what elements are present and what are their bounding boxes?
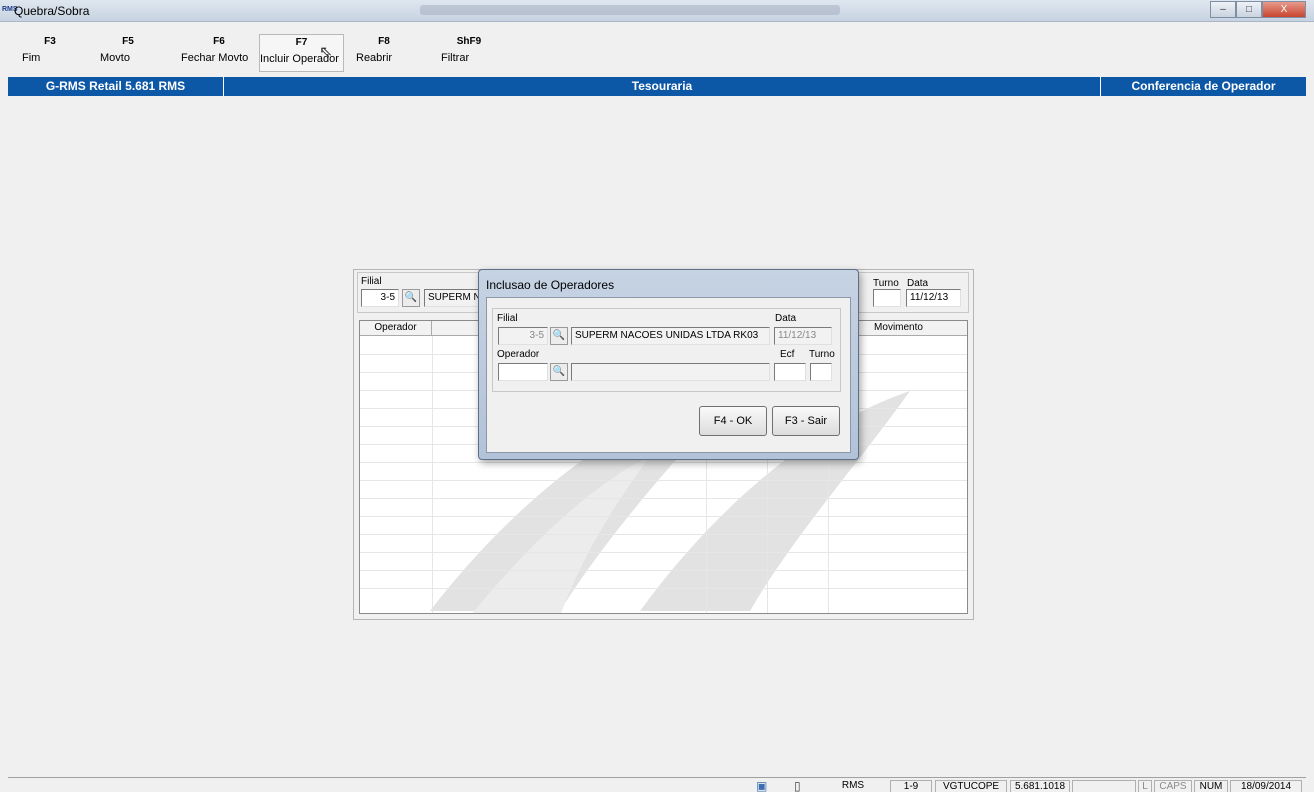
- module-header-bar: G-RMS Retail 5.681 RMS Tesouraria Confer…: [8, 77, 1306, 96]
- inclusao-operadores-dialog: Inclusao de Operadores ⇖ Filial Data 3-5…: [478, 269, 859, 460]
- window-titlebar: RMS Quebra/Sobra – □ X: [0, 0, 1314, 22]
- filial-name-field: SUPERM N: [424, 289, 482, 307]
- grid-row-line: [360, 498, 967, 499]
- grid-row-line: [360, 570, 967, 571]
- grid-row-line: [360, 552, 967, 553]
- clipboard-icon: ▯: [794, 779, 801, 792]
- status-program: VGTUCOPE: [935, 780, 1007, 792]
- status-system: RMS: [841, 780, 865, 791]
- screen-name: Conferencia de Operador: [1100, 77, 1306, 96]
- dialog-data-field: 11/12/13: [774, 327, 832, 345]
- grid-row-line: [360, 516, 967, 517]
- data-field[interactable]: 11/12/13: [906, 289, 961, 307]
- exit-button[interactable]: F3 - Sair: [772, 406, 840, 436]
- dialog-data-label: Data: [775, 313, 797, 324]
- toolbar-label: Fim: [22, 52, 41, 64]
- status-empty: [1072, 780, 1136, 792]
- grid-header-operador[interactable]: Operador: [360, 321, 432, 336]
- function-key-toolbar: F3 Fim F5 Movto F6 Fechar Movto F7 Inclu…: [0, 34, 520, 74]
- window-controls: – □ X: [1210, 1, 1306, 18]
- toolbar-button-fim[interactable]: F3 Fim: [22, 34, 78, 72]
- toolbar-key: F6: [213, 36, 225, 47]
- toolbar-button-fechar-movto[interactable]: F6 Fechar Movto: [181, 34, 257, 72]
- toolbar-label: Reabrir: [356, 52, 393, 64]
- toolbar-button-reabrir[interactable]: F8 Reabrir: [356, 34, 412, 72]
- toolbar-label: Movto: [100, 52, 130, 64]
- dialog-title: Inclusao de Operadores: [486, 278, 615, 292]
- product-version: G-RMS Retail 5.681 RMS: [8, 77, 224, 96]
- status-version: 5.681.1018: [1010, 780, 1070, 792]
- turno-label: Turno: [873, 278, 899, 289]
- status-num: NUM: [1194, 780, 1228, 792]
- dialog-operador-label: Operador: [497, 349, 540, 360]
- toolbar-key: F5: [122, 36, 134, 47]
- toolbar-button-movto[interactable]: F5 Movto: [100, 34, 156, 72]
- status-caps: CAPS: [1154, 780, 1192, 792]
- toolbar-key: F3: [44, 36, 56, 47]
- status-l: L: [1138, 780, 1152, 792]
- grid-row-line: [360, 480, 967, 481]
- data-label: Data: [907, 278, 929, 289]
- dialog-operador-code-input[interactable]: [498, 363, 548, 381]
- dialog-body: Filial Data 3-5 🔍 SUPERM NACOES UNIDAS L…: [486, 297, 851, 453]
- toolbar-label: Fechar Movto: [181, 52, 249, 64]
- status-date: 18/09/2014: [1230, 780, 1302, 792]
- dialog-ecf-label: Ecf: [780, 349, 795, 360]
- dialog-filial-code-field: 3-5: [498, 327, 548, 345]
- window-title: Quebra/Sobra: [14, 4, 90, 18]
- grid-row-line: [360, 588, 967, 589]
- turno-field[interactable]: [873, 289, 901, 307]
- ok-button[interactable]: F4 - OK: [699, 406, 767, 436]
- filial-code-field[interactable]: 3-5: [361, 289, 399, 307]
- status-range: 1-9: [890, 780, 932, 792]
- blurred-title-text: [420, 5, 840, 15]
- dialog-turno-label: Turno: [809, 349, 835, 360]
- grid-row-line: [360, 462, 967, 463]
- dialog-ecf-input[interactable]: [774, 363, 806, 381]
- binoculars-icon: 🔍: [550, 327, 568, 345]
- minimize-button[interactable]: –: [1210, 1, 1236, 18]
- mouse-cursor-icon: ⇖: [319, 44, 333, 61]
- status-bar: ▣ ▯ RMS 1-9 VGTUCOPE 5.681.1018 L CAPS N…: [8, 777, 1306, 792]
- toolbar-button-filtrar[interactable]: ShF9 Filtrar: [441, 34, 497, 72]
- network-icon: ▣: [756, 779, 768, 792]
- filial-label: Filial: [361, 276, 382, 287]
- module-name: Tesouraria: [631, 79, 693, 93]
- toolbar-label: Filtrar: [441, 52, 470, 64]
- toolbar-key: ShF9: [456, 36, 482, 47]
- toolbar-key: F8: [378, 36, 390, 47]
- binoculars-icon[interactable]: 🔍: [402, 289, 420, 307]
- dialog-filial-name-field: SUPERM NACOES UNIDAS LTDA RK03: [571, 327, 770, 345]
- maximize-button[interactable]: □: [1236, 1, 1262, 18]
- grid-column-line: [432, 336, 433, 613]
- dialog-operador-name-field: [571, 363, 770, 381]
- dialog-turno-input[interactable]: [810, 363, 832, 381]
- grid-row-line: [360, 534, 967, 535]
- close-button[interactable]: X: [1262, 1, 1306, 18]
- binoculars-icon[interactable]: 🔍: [550, 363, 568, 381]
- dialog-filial-label: Filial: [497, 313, 518, 324]
